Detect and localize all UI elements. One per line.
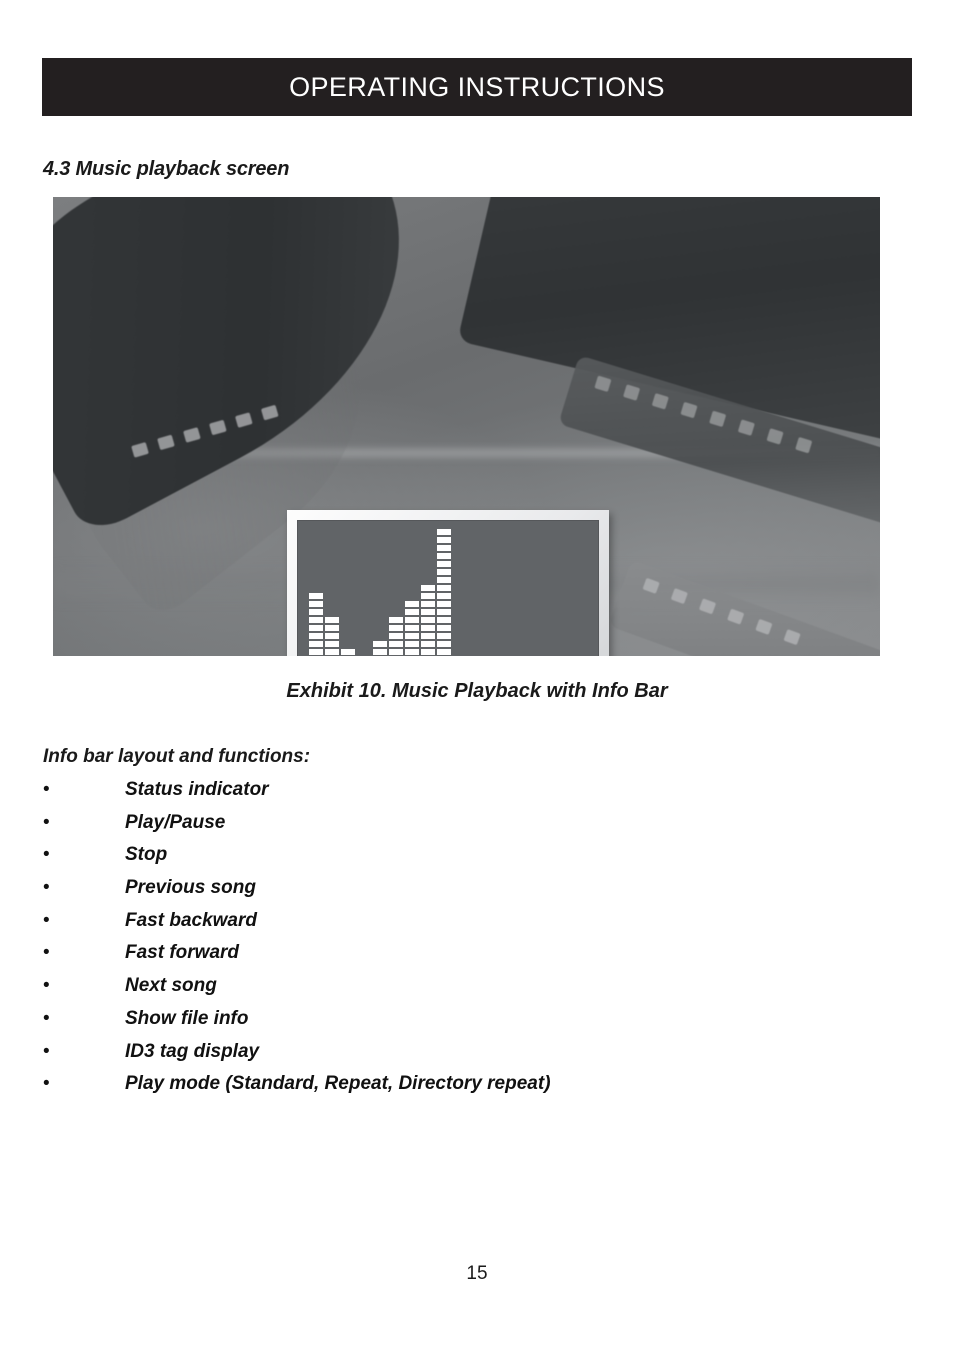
spectrum-bar	[421, 585, 435, 656]
bullet-marker: •	[43, 1040, 50, 1062]
list-item-label: Fast backward	[125, 909, 257, 931]
spectrum-analyzer-window	[287, 510, 609, 656]
figure-caption: Exhibit 10. Music Playback with Info Bar	[286, 680, 668, 702]
page-number: 15	[466, 1263, 488, 1284]
list-title: Info bar layout and functions:	[43, 746, 311, 767]
spectrum-screen	[297, 520, 599, 656]
list-item: • Play mode (Standard, Repeat, Directory …	[43, 1073, 903, 1106]
bullet-marker: •	[43, 779, 50, 800]
list-item: • Fast forward	[43, 942, 903, 975]
list-item-label: Show file info	[125, 1007, 249, 1029]
list-item-label: Play/Pause	[125, 811, 226, 833]
list-item-label: ID3 tag display	[125, 1040, 260, 1062]
music-playback-screenshot: 0:00:01	[53, 197, 880, 656]
list-item-label: Previous song	[125, 877, 256, 899]
bullet-marker: •	[43, 844, 50, 866]
info-bar-function-list: • Status indicator • Play/Pause • Stop • Previo…	[43, 779, 903, 1106]
bullet-marker: •	[43, 909, 50, 931]
list-item: • Status indicator	[43, 779, 903, 812]
list-item-label: Status indicator	[125, 779, 269, 800]
bullet-marker: •	[43, 1007, 50, 1029]
list-item: • ID3 tag display	[43, 1041, 903, 1074]
spectrum-bars	[309, 529, 451, 656]
list-item: • Show file info	[43, 1008, 903, 1041]
list-item: • Previous song	[43, 877, 903, 910]
list-item: • Stop	[43, 844, 903, 877]
bullet-marker: •	[43, 942, 50, 964]
spectrum-bar	[341, 649, 355, 656]
page-header-band: OPERATING INSTRUCTIONS	[42, 58, 912, 116]
bullet-marker: •	[43, 1073, 50, 1095]
spectrum-bar	[405, 601, 419, 656]
list-item-label: Fast forward	[125, 942, 240, 964]
list-item-label: Play mode (Standard, Repeat, Directory r…	[125, 1073, 551, 1095]
section-heading: 4.3 Music playback screen	[43, 158, 290, 180]
bullet-marker: •	[43, 975, 50, 997]
spectrum-bar	[373, 641, 387, 656]
spectrum-bar	[325, 617, 339, 656]
spectrum-bar	[437, 529, 451, 656]
page-title: OPERATING INSTRUCTIONS	[289, 71, 665, 102]
list-item: • Play/Pause	[43, 812, 903, 845]
list-item-label: Next song	[125, 975, 217, 997]
spectrum-bar	[389, 617, 403, 656]
list-item: • Fast backward	[43, 910, 903, 943]
list-item-label: Stop	[125, 844, 168, 866]
bullet-marker: •	[43, 877, 50, 899]
spectrum-bar	[309, 593, 323, 656]
bullet-marker: •	[43, 811, 50, 833]
list-item: • Next song	[43, 975, 903, 1008]
